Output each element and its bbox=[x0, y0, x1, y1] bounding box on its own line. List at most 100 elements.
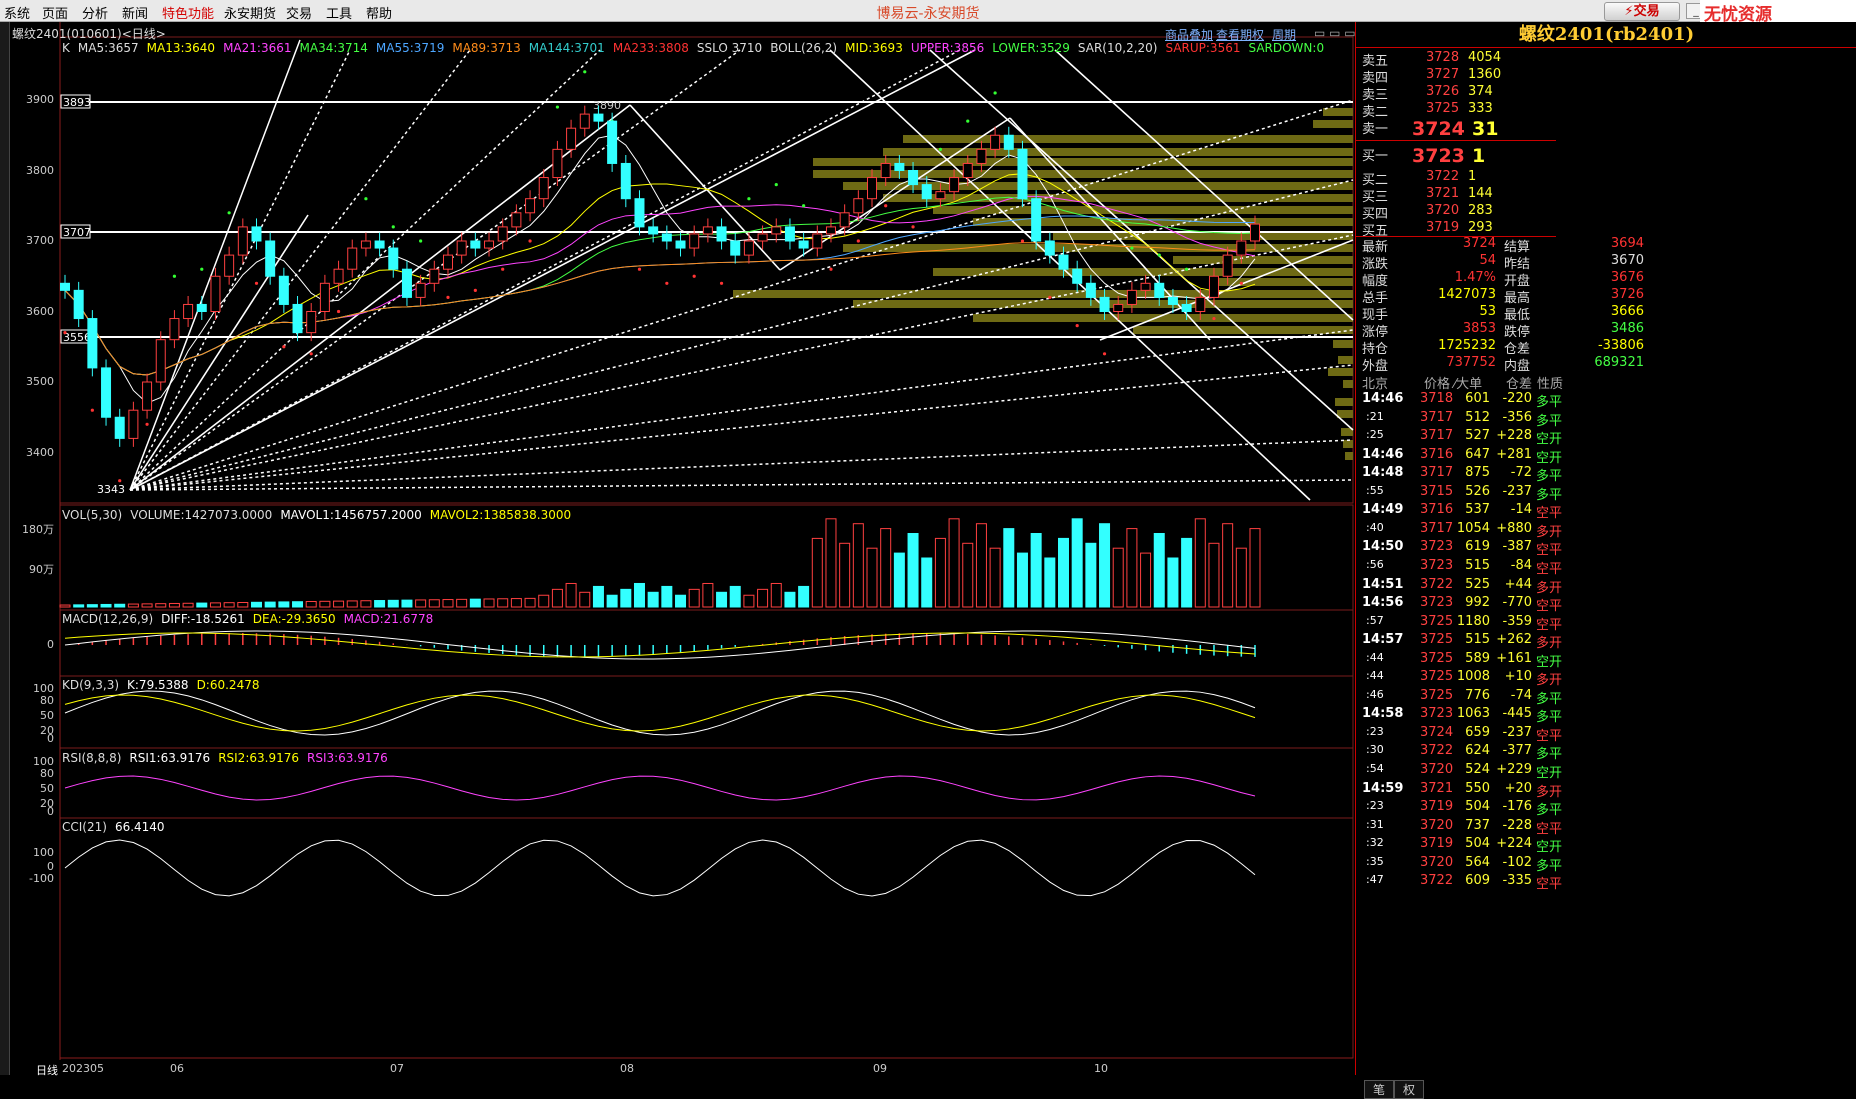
order-book-row[interactable]: 买五 3719 293 bbox=[1356, 220, 1856, 239]
order-book-volume: 1 bbox=[1472, 145, 1486, 167]
sar-dot bbox=[774, 183, 778, 187]
volume-bar bbox=[250, 601, 262, 608]
sar-dot bbox=[884, 204, 888, 208]
order-book-row[interactable]: 卖一 3724 31 bbox=[1356, 118, 1856, 140]
sar-dot bbox=[419, 239, 423, 243]
tick-volume: 589 bbox=[1465, 650, 1490, 666]
quote-stat-row: 涨跌 54 昨结 3670 bbox=[1356, 253, 1856, 272]
volume-bar bbox=[182, 602, 194, 608]
volume-bar bbox=[415, 599, 427, 608]
tick-volume: 1054 bbox=[1456, 520, 1490, 536]
trade-button[interactable]: ⚡交易 bbox=[1604, 2, 1680, 21]
order-book-row[interactable]: 卖三 3726 374 bbox=[1356, 84, 1856, 103]
candle-body bbox=[128, 409, 139, 439]
volume-bar bbox=[469, 598, 481, 608]
candle-body bbox=[990, 134, 1001, 150]
tab-rights[interactable]: 权 bbox=[1394, 1080, 1425, 1099]
candle-body bbox=[237, 226, 248, 256]
tick-row: :31 3720 737 -228 空平 bbox=[1356, 818, 1856, 837]
tick-price: 3723 bbox=[1420, 539, 1454, 555]
order-book-row[interactable]: 卖四 3727 1360 bbox=[1356, 67, 1856, 86]
stat-value: -33806 bbox=[1597, 338, 1644, 353]
tick-oi-change: -176 bbox=[1502, 799, 1532, 815]
tick-oi-change: -387 bbox=[1502, 539, 1532, 555]
tick-volume: 504 bbox=[1465, 836, 1490, 852]
tab-ticks[interactable]: 笔 bbox=[1364, 1080, 1395, 1099]
order-book-row[interactable]: 卖二 3725 333 bbox=[1356, 101, 1856, 120]
order-book-price: 3728 bbox=[1426, 50, 1460, 65]
candle-body bbox=[812, 233, 823, 249]
volume-bar bbox=[551, 588, 563, 608]
candle-body bbox=[374, 240, 385, 249]
candle-body bbox=[224, 254, 235, 277]
sar-dot bbox=[583, 70, 587, 74]
tick-oi-change: +20 bbox=[1504, 780, 1532, 796]
kline-indicator-legend: K MA5:3657 MA13:3640 MA21:3661 MA34:3714 MA55… bbox=[62, 41, 1332, 55]
legend-item: D:60.2478 bbox=[196, 678, 260, 692]
candle-body bbox=[538, 177, 549, 200]
high-price-mark: 3890 bbox=[593, 99, 621, 112]
fan-line bbox=[129, 364, 1354, 491]
tick-price: 3716 bbox=[1420, 446, 1454, 462]
rsi-indicator-legend: RSI(8,8,8) RSI1:63.9176 RSI2:63.9176 RSI3:6… bbox=[62, 751, 396, 765]
tick-nature: 多平 bbox=[1536, 858, 1563, 874]
quote-stat-row: 持仓 1725232 仓差 -33806 bbox=[1356, 338, 1856, 357]
candle-body bbox=[1072, 268, 1083, 284]
candle-body bbox=[784, 226, 795, 242]
candle-body bbox=[894, 162, 905, 171]
tick-oi-change: +880 bbox=[1496, 520, 1532, 536]
kd-indicator-legend: KD(9,3,3) K:79.5388 D:60.2478 bbox=[62, 678, 267, 692]
volume-bar bbox=[606, 594, 618, 608]
tick-oi-change: -377 bbox=[1502, 743, 1532, 759]
tick-row: 14:56 3723 992 -770 空平 bbox=[1356, 595, 1856, 614]
tick-oi-change: +228 bbox=[1496, 428, 1532, 444]
volume-bar bbox=[907, 533, 919, 608]
candle-body bbox=[689, 233, 700, 249]
tick-price: 3720 bbox=[1420, 854, 1454, 870]
sar-dot bbox=[1185, 267, 1189, 271]
volume-bar bbox=[510, 598, 522, 608]
sar-dot bbox=[118, 479, 122, 483]
volume-bar bbox=[839, 542, 851, 608]
legend-item: LOWER:3529 bbox=[992, 41, 1070, 55]
order-book-row[interactable]: 买一 3723 1 bbox=[1356, 145, 1856, 167]
cci-line bbox=[64, 839, 1256, 897]
chart-window-icons[interactable]: ▭ ▭ ▭ bbox=[1314, 26, 1356, 40]
volume-bar bbox=[1085, 542, 1097, 608]
legend-item: K:79.5388 bbox=[127, 678, 189, 692]
tick-volume: 1008 bbox=[1456, 669, 1490, 685]
candle-body bbox=[921, 184, 932, 200]
tick-row: :35 3720 564 -102 多平 bbox=[1356, 855, 1856, 874]
tick-time: 14:59 bbox=[1362, 780, 1404, 796]
tick-oi-change: +262 bbox=[1496, 632, 1532, 648]
period-tab[interactable]: 日线 bbox=[36, 1062, 58, 1078]
order-book-row[interactable]: 买四 3720 283 bbox=[1356, 203, 1856, 222]
tick-price: 3723 bbox=[1420, 557, 1454, 573]
legend-item: MA34:3714 bbox=[299, 41, 368, 55]
candle-body bbox=[675, 240, 686, 249]
tick-row: :56 3723 515 -84 空平 bbox=[1356, 558, 1856, 577]
tick-nature: 多平 bbox=[1536, 747, 1563, 763]
tick-volume: 504 bbox=[1465, 799, 1490, 815]
sar-dot bbox=[966, 119, 970, 123]
sar-dot bbox=[856, 239, 860, 243]
tick-volume: 609 bbox=[1465, 873, 1490, 889]
order-book-volume: 144 bbox=[1468, 186, 1493, 201]
legend-item: MACD:21.6778 bbox=[343, 612, 434, 626]
candle-body bbox=[1154, 282, 1165, 298]
sar-dot bbox=[555, 105, 560, 109]
candle-body bbox=[114, 416, 125, 439]
order-book-row[interactable]: 买二 3722 1 bbox=[1356, 169, 1856, 188]
volume-bar bbox=[743, 594, 755, 608]
candle-body bbox=[525, 198, 536, 214]
sar-dot bbox=[227, 211, 231, 215]
candle-body bbox=[1140, 282, 1151, 291]
order-book-row[interactable]: 买三 3721 144 bbox=[1356, 186, 1856, 205]
candle-body bbox=[1044, 240, 1055, 256]
legend-item: BOLL(26,2) bbox=[770, 41, 838, 55]
candle-body bbox=[880, 162, 891, 179]
volume-bar bbox=[1099, 523, 1111, 608]
order-book-row[interactable]: 卖五 3728 4054 bbox=[1356, 50, 1856, 69]
tick-oi-change: -237 bbox=[1502, 724, 1532, 740]
stat-value: 689321 bbox=[1594, 355, 1644, 370]
